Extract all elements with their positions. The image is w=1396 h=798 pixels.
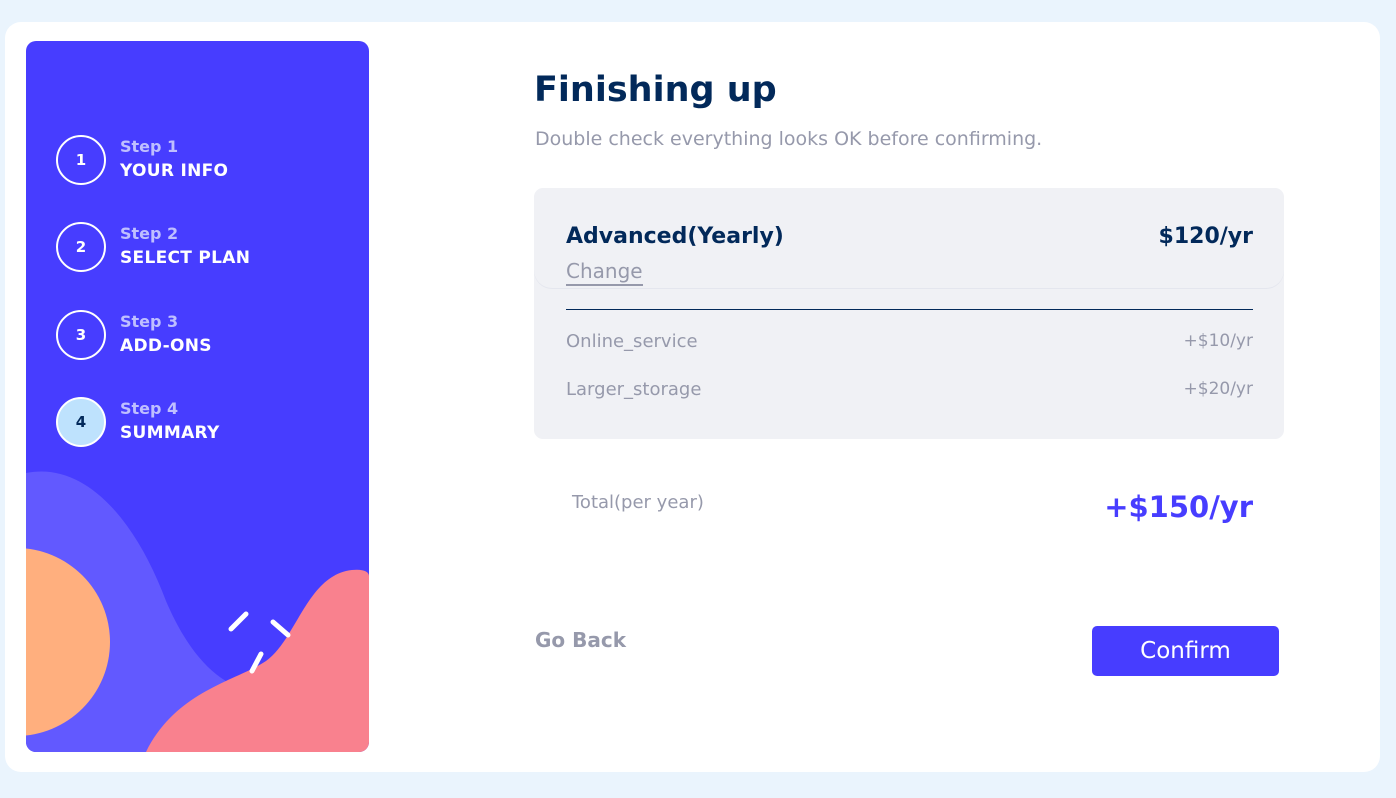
addon-row: Larger_storage +$20/yr — [566, 379, 1253, 403]
step-caption: Step 1 — [120, 137, 179, 156]
step-caption: Step 2 — [120, 224, 179, 243]
addon-name: Larger_storage — [566, 379, 702, 400]
go-back-button[interactable]: Go Back — [535, 628, 626, 652]
step-title: SUMMARY — [120, 423, 220, 443]
total-label: Total(per year) — [572, 492, 704, 513]
step-title: ADD-ONS — [120, 336, 212, 356]
summary-box: Advanced(Yearly) $120/yr Change Online_s… — [534, 188, 1284, 439]
step-caption: Step 3 — [120, 312, 179, 331]
addon-row: Online_service +$10/yr — [566, 331, 1253, 355]
step-1: 1 Step 1 YOUR INFO — [56, 135, 356, 185]
step-2: 2 Step 2 SELECT PLAN — [56, 222, 356, 272]
step-number: 1 — [56, 135, 106, 185]
step-4: 4 Step 4 SUMMARY — [56, 397, 356, 447]
step-title: YOUR INFO — [120, 161, 229, 181]
step-number: 3 — [56, 310, 106, 360]
addon-price: +$20/yr — [1183, 379, 1253, 399]
plan-price: $120/yr — [1158, 224, 1253, 249]
step-3: 3 Step 3 ADD-ONS — [56, 310, 356, 360]
total-value: +$150/yr — [1104, 490, 1253, 524]
page-title: Finishing up — [534, 70, 777, 110]
confirm-button[interactable]: Confirm — [1092, 626, 1279, 676]
step-title: SELECT PLAN — [120, 248, 251, 268]
divider — [566, 309, 1253, 310]
change-plan-link[interactable]: Change — [566, 259, 643, 286]
step-caption: Step 4 — [120, 399, 179, 418]
addon-price: +$10/yr — [1183, 331, 1253, 351]
plan-name: Advanced(Yearly) — [566, 224, 784, 249]
sidebar: 1 Step 1 YOUR INFO 2 Step 2 SELECT PLAN … — [26, 41, 369, 752]
plan-summary: Advanced(Yearly) $120/yr Change — [534, 188, 1284, 288]
addon-name: Online_service — [566, 331, 698, 352]
step-number: 2 — [56, 222, 106, 272]
page-subtitle: Double check everything looks OK before … — [535, 128, 1043, 150]
step-number-active: 4 — [56, 397, 106, 447]
